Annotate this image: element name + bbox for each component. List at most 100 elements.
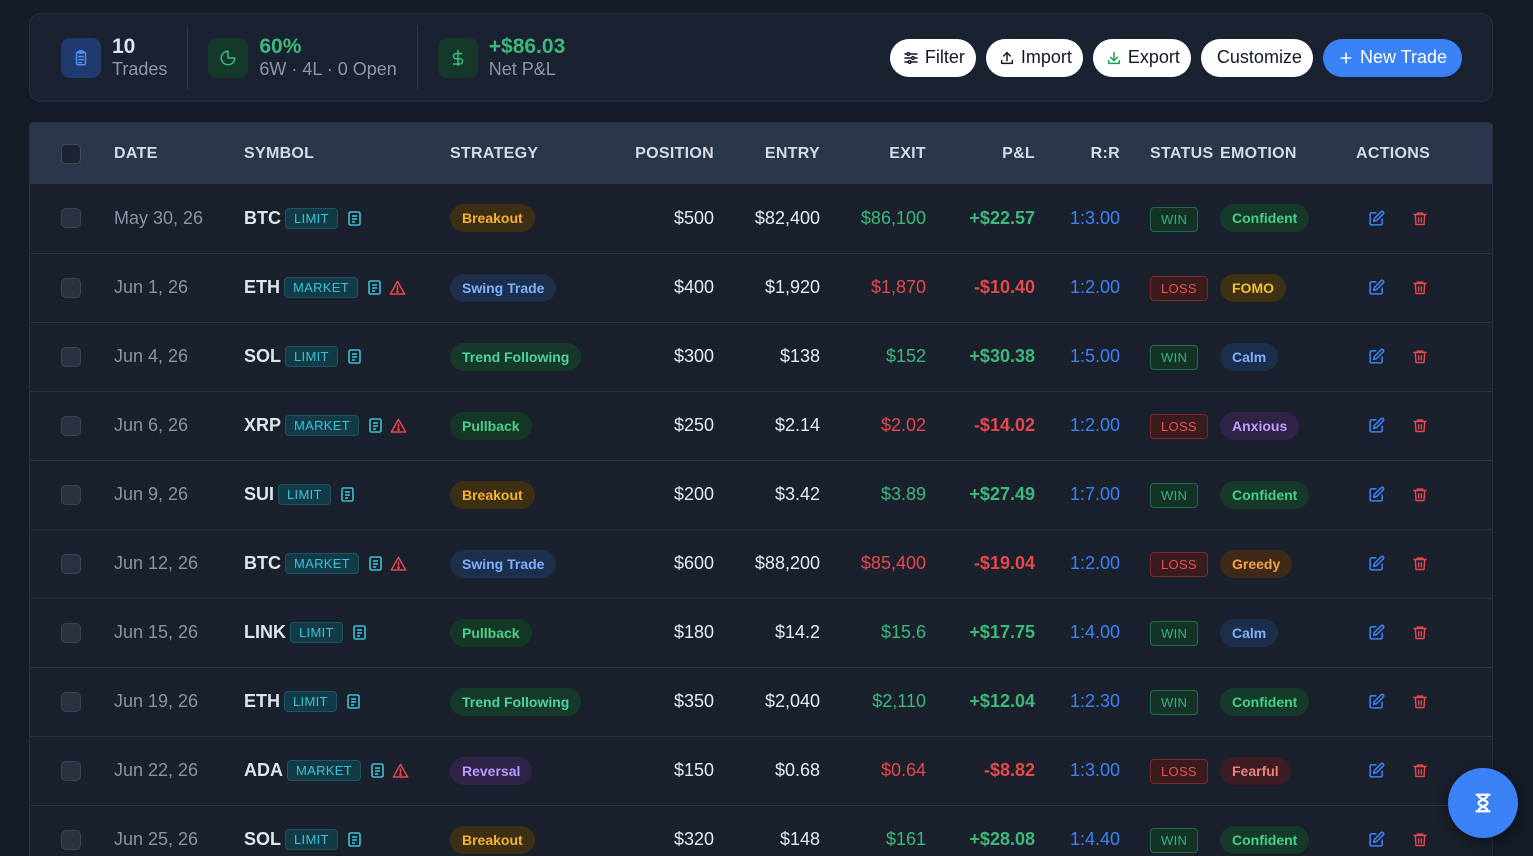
row-checkbox[interactable] bbox=[61, 691, 81, 712]
edit-icon[interactable] bbox=[1368, 417, 1385, 434]
table-row[interactable]: Jun 6, 26 XRP MARKET Pullback $250 $2.14 $2.02… bbox=[30, 391, 1492, 460]
exit-price: $85,400 bbox=[860, 553, 926, 573]
import-button[interactable]: Import bbox=[985, 38, 1083, 77]
hourglass-fab-button[interactable] bbox=[1448, 768, 1518, 838]
row-checkbox[interactable] bbox=[61, 208, 81, 229]
table-row[interactable]: Jun 4, 26 SOL LIMIT Trend Following $300 $138… bbox=[30, 322, 1492, 391]
notebook-icon[interactable] bbox=[371, 763, 384, 778]
trash-icon[interactable] bbox=[1412, 693, 1428, 710]
row-checkbox[interactable] bbox=[61, 346, 81, 367]
status-cell: LOSS bbox=[1120, 253, 1220, 322]
header-strategy[interactable]: STRATEGY bbox=[450, 123, 604, 184]
filter-button[interactable]: Filter bbox=[889, 38, 976, 77]
trash-icon[interactable] bbox=[1412, 348, 1428, 365]
edit-icon[interactable] bbox=[1368, 486, 1385, 503]
new-trade-button[interactable]: New Trade bbox=[1322, 38, 1462, 77]
upload-icon bbox=[999, 50, 1015, 66]
notebook-icon[interactable] bbox=[347, 349, 361, 364]
pnl-value: +$17.75 bbox=[969, 622, 1035, 642]
table-row[interactable]: Jun 9, 26 SUI LIMIT Breakout $200 $3.42 $3.89 +… bbox=[30, 460, 1492, 529]
status-badge: LOSS bbox=[1150, 414, 1208, 439]
emotion-chip: Confident bbox=[1220, 204, 1310, 233]
table-row[interactable]: Jun 12, 26 BTC MARKET Swing Trade $600 $88,20… bbox=[30, 529, 1492, 598]
edit-icon[interactable] bbox=[1368, 348, 1385, 365]
edit-icon[interactable] bbox=[1368, 210, 1385, 227]
row-checkbox[interactable] bbox=[61, 829, 81, 850]
emotion-chip: Calm bbox=[1220, 342, 1279, 371]
row-select-cell bbox=[30, 253, 114, 322]
trash-icon[interactable] bbox=[1412, 417, 1428, 434]
symbol-cell: XRP MARKET bbox=[244, 391, 450, 460]
table-row[interactable]: Jun 25, 26 SOL LIMIT Breakout $320 $148 $161 +$… bbox=[30, 805, 1492, 856]
edit-icon[interactable] bbox=[1368, 831, 1385, 848]
emotion-chip: FOMO bbox=[1220, 273, 1286, 302]
table-row[interactable]: Jun 22, 26 ADA MARKET Reversal $150 $0.68 $0.6… bbox=[30, 736, 1492, 805]
strategy-cell: Swing Trade bbox=[450, 529, 604, 598]
header-exit[interactable]: EXIT bbox=[820, 123, 926, 184]
status-cell: LOSS bbox=[1120, 736, 1220, 805]
trash-icon[interactable] bbox=[1412, 210, 1428, 227]
header-position[interactable]: POSITION bbox=[604, 123, 714, 184]
header-rr[interactable]: R:R bbox=[1035, 123, 1120, 184]
row-select-cell bbox=[30, 322, 114, 391]
notebook-icon[interactable] bbox=[369, 556, 382, 571]
notebook-icon[interactable] bbox=[368, 280, 381, 295]
table-row[interactable]: May 30, 26 BTC LIMIT Breakout $500 $82,400 $86… bbox=[30, 184, 1492, 253]
status-badge: LOSS bbox=[1150, 552, 1208, 577]
header-status[interactable]: STATUS bbox=[1120, 123, 1220, 184]
order-type-badge: LIMIT bbox=[278, 484, 331, 505]
select-all-checkbox[interactable] bbox=[61, 143, 81, 164]
notebook-icon[interactable] bbox=[347, 832, 361, 847]
table-row[interactable]: Jun 15, 26 LINK LIMIT Pullback $180 $14.2 $15.… bbox=[30, 598, 1492, 667]
symbol-cell: BTC LIMIT bbox=[244, 184, 450, 253]
table-row[interactable]: Jun 19, 26 ETH LIMIT Trend Following $350 $2,… bbox=[30, 667, 1492, 736]
edit-icon[interactable] bbox=[1368, 624, 1385, 641]
edit-icon[interactable] bbox=[1368, 279, 1385, 296]
notebook-icon[interactable] bbox=[369, 418, 382, 433]
table-row[interactable]: Jun 1, 26 ETH MARKET Swing Trade $400 $1,920 $… bbox=[30, 253, 1492, 322]
row-checkbox[interactable] bbox=[61, 484, 81, 505]
row-checkbox[interactable] bbox=[61, 760, 81, 781]
edit-icon[interactable] bbox=[1368, 693, 1385, 710]
pnl-value: +$27.49 bbox=[969, 484, 1035, 504]
edit-icon[interactable] bbox=[1368, 762, 1385, 779]
header-emotion[interactable]: EMOTION bbox=[1220, 123, 1356, 184]
risk-reward: 1:4.00 bbox=[1069, 622, 1120, 642]
trash-icon[interactable] bbox=[1412, 279, 1428, 296]
header-entry[interactable]: ENTRY bbox=[714, 123, 820, 184]
row-checkbox[interactable] bbox=[61, 277, 81, 298]
strategy-cell: Pullback bbox=[450, 391, 604, 460]
edit-icon[interactable] bbox=[1368, 555, 1385, 572]
trash-icon[interactable] bbox=[1412, 762, 1428, 779]
export-button[interactable]: Export bbox=[1092, 38, 1191, 77]
row-checkbox[interactable] bbox=[61, 622, 81, 643]
row-checkbox[interactable] bbox=[61, 415, 81, 436]
trash-icon[interactable] bbox=[1412, 555, 1428, 572]
notebook-icon[interactable] bbox=[340, 487, 354, 502]
exit-price: $0.64 bbox=[880, 760, 926, 780]
customize-button[interactable]: Customize bbox=[1200, 38, 1313, 77]
trash-icon[interactable] bbox=[1412, 486, 1428, 503]
symbol-name: LINK bbox=[244, 622, 286, 642]
position-size: $300 bbox=[673, 346, 714, 366]
notebook-icon[interactable] bbox=[352, 625, 366, 640]
header-symbol[interactable]: SYMBOL bbox=[244, 123, 450, 184]
strategy-cell: Pullback bbox=[450, 598, 604, 667]
symbol-cell: ETH LIMIT bbox=[244, 667, 450, 736]
header-select-all[interactable] bbox=[30, 123, 114, 184]
trash-icon[interactable] bbox=[1412, 831, 1428, 848]
hourglass-icon bbox=[1472, 792, 1494, 814]
order-type-badge: MARKET bbox=[287, 760, 361, 781]
row-checkbox[interactable] bbox=[61, 553, 81, 574]
strategy-cell: Trend Following bbox=[450, 322, 604, 391]
header-pnl[interactable]: P&L bbox=[926, 123, 1035, 184]
trash-icon[interactable] bbox=[1412, 624, 1428, 641]
toolbar: Filter Import Export Customize New Trade bbox=[889, 38, 1462, 77]
notebook-icon[interactable] bbox=[347, 210, 361, 226]
symbol-cell: BTC MARKET bbox=[244, 529, 450, 598]
pnl-value: +$12.04 bbox=[969, 691, 1035, 711]
order-type-badge: LIMIT bbox=[284, 691, 337, 712]
emotion-cell: Calm bbox=[1220, 598, 1356, 667]
header-date[interactable]: DATE bbox=[114, 123, 244, 184]
notebook-icon[interactable] bbox=[346, 694, 360, 709]
